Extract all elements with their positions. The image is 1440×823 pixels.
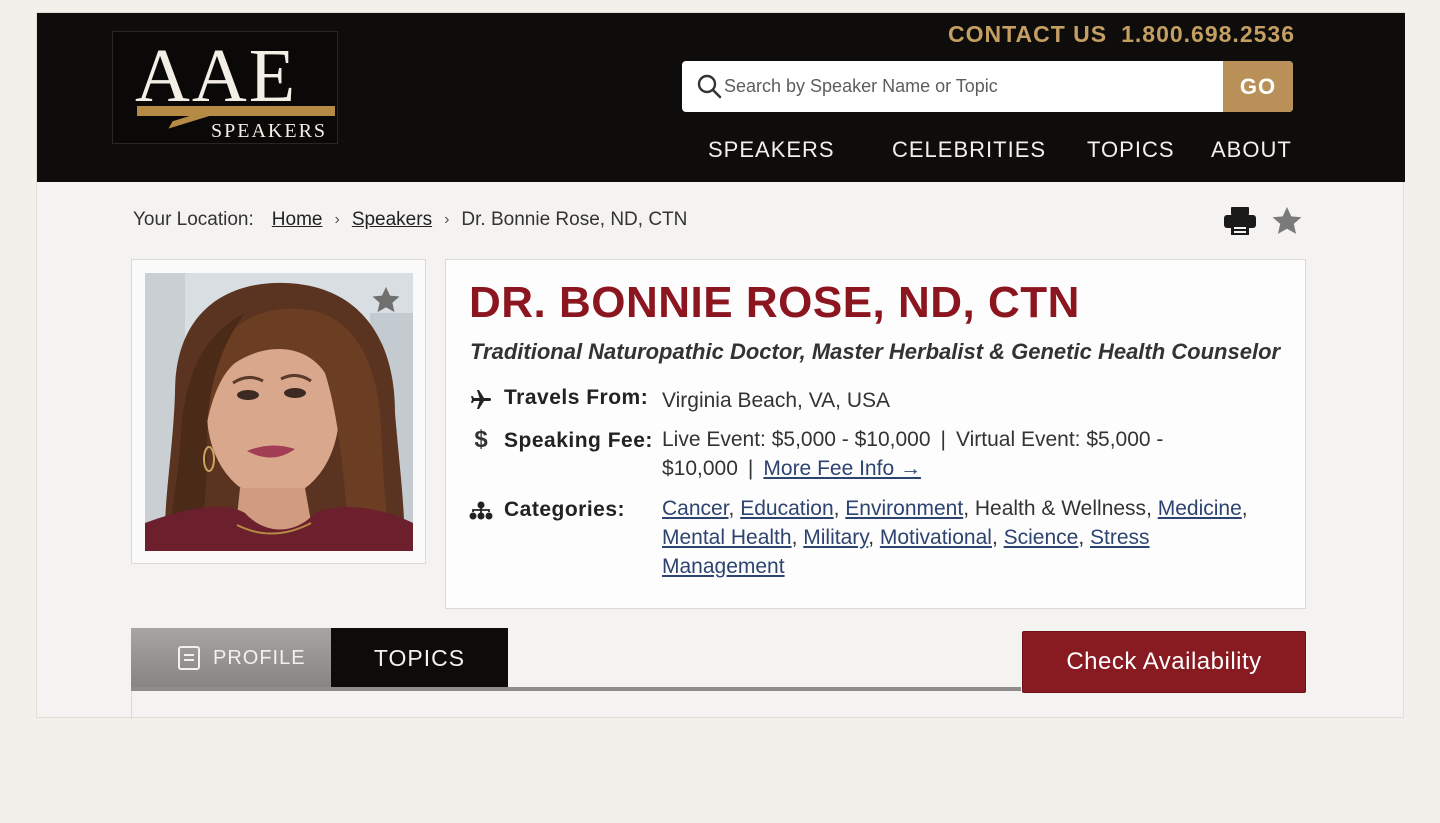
category-separator: , — [1241, 497, 1248, 520]
nav-speakers[interactable]: SPEAKERS — [708, 137, 835, 163]
category-health-wellness: Health & Wellness — [974, 497, 1147, 520]
category-motivational[interactable]: Motivational — [880, 526, 992, 549]
tab-profile[interactable]: PROFILE — [131, 628, 331, 688]
search-input[interactable] — [724, 61, 1220, 112]
main-nav: SPEAKERS CELEBRITIES TOPICS ABOUT — [37, 137, 1405, 167]
page-container: AAE SPEAKERS CONTACT US 1.800.698.2536 GO… — [36, 12, 1405, 719]
speaker-info-card: DR. BONNIE ROSE, ND, CTN Traditional Nat… — [445, 259, 1306, 609]
travels-label: Travels From: — [504, 386, 649, 409]
hierarchy-icon — [469, 501, 493, 520]
tab-topics[interactable]: TOPICS — [331, 628, 508, 688]
category-separator: , — [1078, 526, 1090, 549]
search-bar: GO — [682, 61, 1293, 112]
category-education[interactable]: Education — [740, 497, 833, 520]
travels-value: Virginia Beach, VA, USA — [662, 389, 891, 412]
category-medicine[interactable]: Medicine — [1158, 497, 1242, 520]
speaker-tagline: Traditional Naturopathic Doctor, Master … — [470, 339, 1281, 364]
nav-celebrities[interactable]: CELEBRITIES — [892, 137, 1046, 163]
print-icon[interactable] — [1223, 206, 1257, 236]
check-availability-button[interactable]: Check Availability — [1022, 631, 1306, 693]
categories-label: Categories: — [504, 498, 626, 521]
more-fee-info-link[interactable]: More Fee Info → — [763, 457, 921, 480]
breadcrumb-home[interactable]: Home — [272, 209, 323, 231]
chevron-right-icon: › — [334, 211, 340, 228]
favorite-star-icon[interactable] — [1271, 205, 1303, 237]
airplane-icon — [471, 390, 491, 409]
category-separator: , — [728, 497, 741, 520]
nav-about[interactable]: ABOUT — [1211, 137, 1292, 163]
categories-list: Cancer, Education, Environment, Health &… — [662, 494, 1262, 581]
category-military[interactable]: Military — [803, 526, 868, 549]
fee-separator: | — [747, 457, 754, 480]
tab-topics-label: TOPICS — [373, 644, 466, 671]
category-science[interactable]: Science — [1004, 526, 1079, 549]
category-environment[interactable]: Environment — [845, 497, 963, 520]
fee-live: Live Event: $5,000 - $10,000 — [662, 428, 931, 451]
contact-bar: CONTACT US 1.800.698.2536 — [948, 21, 1295, 48]
contact-us-link[interactable]: CONTACT US — [948, 21, 1107, 47]
breadcrumb-label: Your Location: — [133, 209, 254, 230]
speaker-photo — [145, 273, 413, 551]
dollar-icon: $ — [474, 426, 488, 453]
nav-topics[interactable]: TOPICS — [1087, 137, 1175, 163]
document-icon — [178, 646, 200, 670]
fee-separator: | — [940, 428, 946, 451]
breadcrumb-current: Dr. Bonnie Rose, ND, CTN — [461, 209, 688, 230]
logo-swoosh — [137, 106, 335, 116]
site-header: AAE SPEAKERS CONTACT US 1.800.698.2536 GO… — [37, 13, 1405, 182]
fee-value: Live Event: $5,000 - $10,000 | Virtual Eve… — [662, 425, 1262, 483]
chevron-right-icon: › — [444, 211, 450, 228]
page-tools — [1223, 205, 1303, 237]
category-mental-health[interactable]: Mental Health — [662, 526, 792, 549]
speaker-photo-card — [131, 259, 426, 564]
search-go-button[interactable]: GO — [1223, 61, 1293, 112]
category-separator: , — [833, 497, 846, 520]
tab-content — [131, 691, 1021, 719]
breadcrumb-speakers[interactable]: Speakers — [352, 209, 432, 231]
category-separator: , — [991, 526, 1004, 549]
category-cancer[interactable]: Cancer — [662, 497, 729, 520]
speaker-name: DR. BONNIE ROSE, ND, CTN — [469, 278, 1080, 327]
aae-logo[interactable]: AAE SPEAKERS — [112, 31, 338, 144]
breadcrumb: Your Location: Home › Speakers › Dr. Bon… — [133, 209, 687, 231]
phone-number[interactable]: 1.800.698.2536 — [1121, 21, 1295, 47]
fee-label: Speaking Fee: — [504, 429, 653, 452]
tab-profile-label: PROFILE — [213, 646, 306, 669]
category-separator: , — [1146, 497, 1158, 520]
save-speaker-star-icon[interactable] — [371, 285, 401, 315]
search-icon — [697, 74, 722, 99]
category-separator: , — [963, 497, 975, 520]
category-separator: , — [791, 526, 804, 549]
category-separator: , — [868, 526, 880, 549]
